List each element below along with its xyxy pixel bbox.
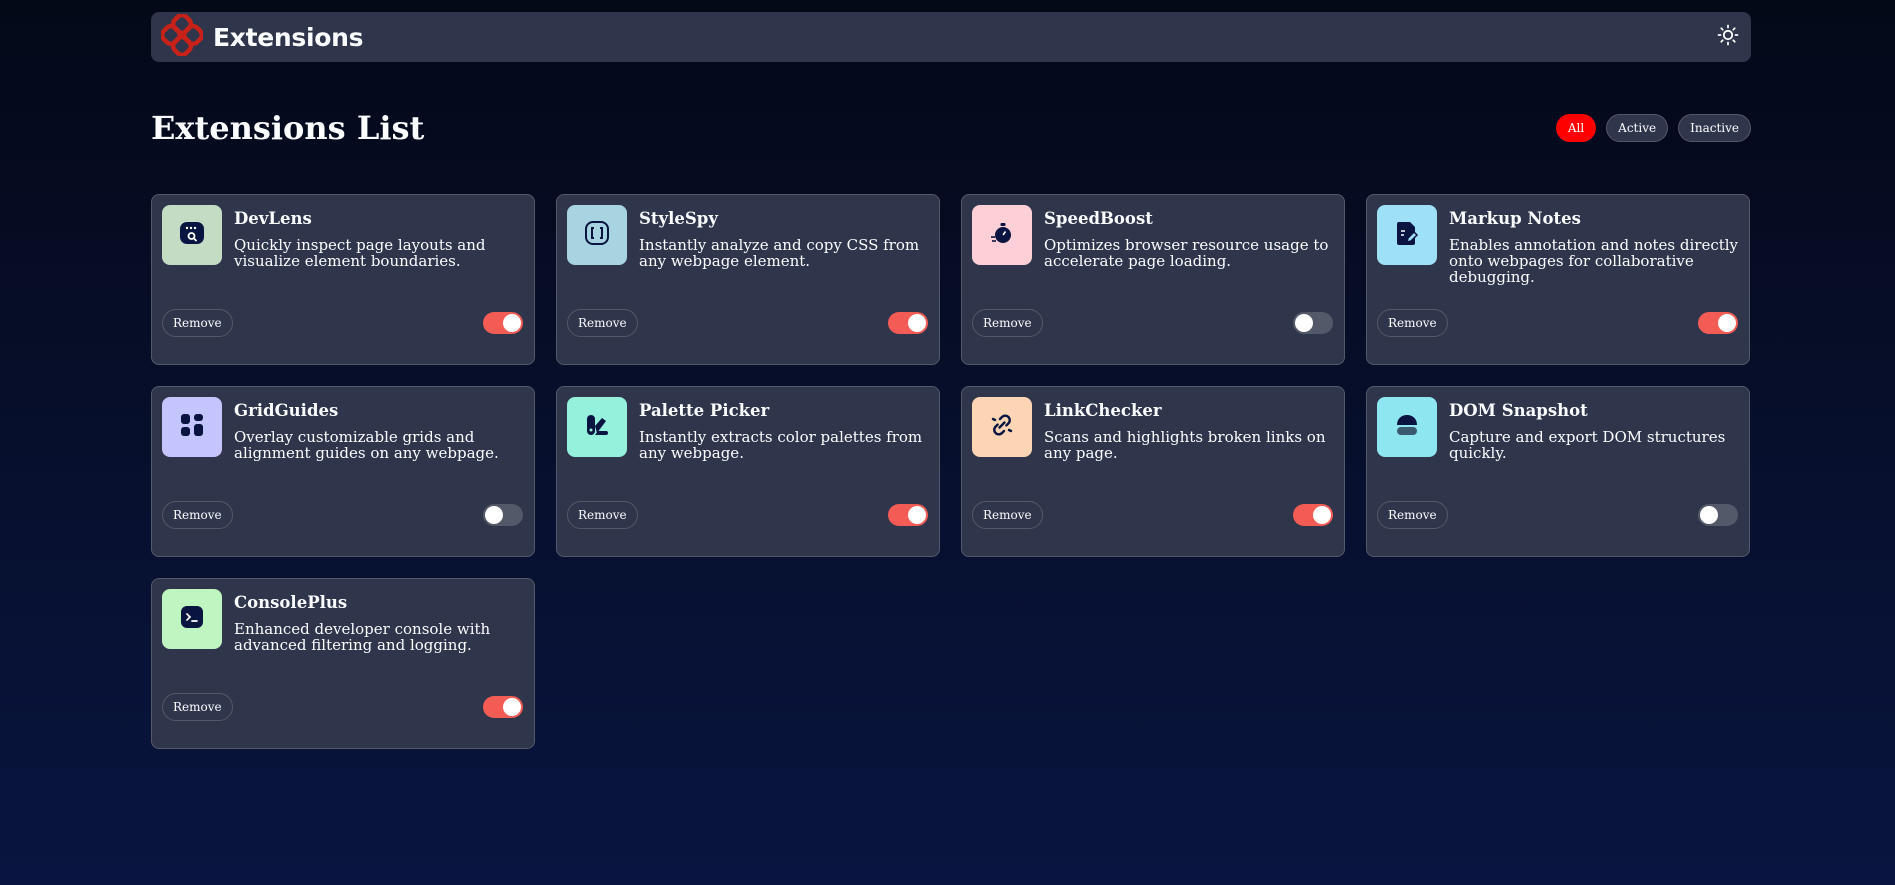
extension-toggle[interactable] xyxy=(888,504,928,526)
extension-description: Instantly analyze and copy CSS from any … xyxy=(639,236,920,270)
extension-card: DOM Snapshot Capture and export DOM stru… xyxy=(1366,386,1750,557)
toggle-knob xyxy=(503,314,521,332)
extension-description: Instantly extracts color palettes from a… xyxy=(639,428,923,462)
toggle-knob xyxy=(1313,506,1331,524)
extension-logo xyxy=(1377,397,1437,457)
extension-card: Markup Notes Enables annotation and note… xyxy=(1366,194,1750,365)
extension-description: Enhanced developer console with advanced… xyxy=(234,620,491,654)
toggle-knob xyxy=(1295,314,1313,332)
toggle-knob xyxy=(908,506,926,524)
extension-name: LinkChecker xyxy=(1044,401,1162,420)
extension-card: SpeedBoost Optimizes browser resource us… xyxy=(961,194,1345,365)
extension-description: Capture and export DOM structures quickl… xyxy=(1449,428,1726,462)
extension-name: Palette Picker xyxy=(639,401,770,420)
title-row: Extensions List All Active Inactive xyxy=(151,108,1751,148)
toggle-knob xyxy=(1700,506,1718,524)
extension-toggle[interactable] xyxy=(1293,504,1333,526)
extension-toggle[interactable] xyxy=(483,312,523,334)
extension-name: StyleSpy xyxy=(639,209,718,228)
extension-description: Enables annotation and notes directly on… xyxy=(1449,236,1739,286)
filter-inactive-button[interactable]: Inactive xyxy=(1678,114,1751,142)
filter-all-button[interactable]: All xyxy=(1555,114,1597,142)
extension-logo xyxy=(972,205,1032,265)
extension-logo xyxy=(162,589,222,649)
extension-description: Quickly inspect page layouts and visuali… xyxy=(234,236,486,270)
extension-card: ConsolePlus Enhanced developer console w… xyxy=(151,578,535,749)
grid-icon xyxy=(177,410,207,444)
theme-toggle-button[interactable] xyxy=(1715,24,1741,50)
extension-logo xyxy=(567,205,627,265)
extension-logo xyxy=(1377,205,1437,265)
stopwatch-icon xyxy=(987,218,1017,252)
toggle-knob xyxy=(908,314,926,332)
extension-name: Markup Notes xyxy=(1449,209,1581,228)
extension-card: GridGuides Overlay customizable grids an… xyxy=(151,386,535,557)
extension-toggle[interactable] xyxy=(1698,312,1738,334)
extension-toggle[interactable] xyxy=(483,504,523,526)
remove-button[interactable]: Remove xyxy=(162,309,233,337)
remove-button[interactable]: Remove xyxy=(1377,501,1448,529)
extension-toggle[interactable] xyxy=(1698,504,1738,526)
extension-description: Overlay customizable grids and alignment… xyxy=(234,428,499,462)
toggle-knob xyxy=(503,698,521,716)
extension-card: StyleSpy Instantly analyze and copy CSS … xyxy=(556,194,940,365)
palette-icon xyxy=(582,410,612,444)
top-bar: Extensions xyxy=(151,12,1751,62)
remove-button[interactable]: Remove xyxy=(567,309,638,337)
remove-button[interactable]: Remove xyxy=(972,501,1043,529)
filter-active-button[interactable]: Active xyxy=(1606,114,1669,142)
remove-button[interactable]: Remove xyxy=(567,501,638,529)
extension-card: DevLens Quickly inspect page layouts and… xyxy=(151,194,535,365)
extension-card: Palette Picker Instantly extracts color … xyxy=(556,386,940,557)
brand: Extensions xyxy=(159,12,364,60)
extension-name: ConsolePlus xyxy=(234,593,348,612)
extension-logo xyxy=(162,397,222,457)
remove-button[interactable]: Remove xyxy=(972,309,1043,337)
brackets-icon xyxy=(582,218,612,252)
note-pen-icon xyxy=(1392,218,1422,252)
terminal-icon xyxy=(177,602,207,636)
extensions-grid: DevLens Quickly inspect page layouts and… xyxy=(151,194,1751,749)
toggle-knob xyxy=(485,506,503,524)
logo-icon xyxy=(159,12,205,60)
extension-card: LinkChecker Scans and highlights broken … xyxy=(961,386,1345,557)
extension-logo xyxy=(972,397,1032,457)
extension-toggle[interactable] xyxy=(888,312,928,334)
remove-button[interactable]: Remove xyxy=(162,501,233,529)
snapshot-icon xyxy=(1392,410,1422,444)
extension-logo xyxy=(567,397,627,457)
extension-name: DOM Snapshot xyxy=(1449,401,1588,420)
broken-link-icon xyxy=(987,410,1017,444)
page-title: Extensions List xyxy=(151,109,425,147)
extension-description: Optimizes browser resource usage to acce… xyxy=(1044,236,1329,270)
remove-button[interactable]: Remove xyxy=(1377,309,1448,337)
filter-group: All Active Inactive xyxy=(1555,114,1751,142)
app-title: Extensions xyxy=(213,22,364,52)
extension-name: DevLens xyxy=(234,209,312,228)
remove-button[interactable]: Remove xyxy=(162,693,233,721)
toggle-knob xyxy=(1718,314,1736,332)
extension-logo xyxy=(162,205,222,265)
extension-toggle[interactable] xyxy=(483,696,523,718)
window-search-icon xyxy=(177,218,207,252)
extension-name: SpeedBoost xyxy=(1044,209,1153,228)
sun-icon xyxy=(1717,24,1739,50)
extension-description: Scans and highlights broken links on any… xyxy=(1044,428,1326,462)
extension-toggle[interactable] xyxy=(1293,312,1333,334)
extension-name: GridGuides xyxy=(234,401,339,420)
